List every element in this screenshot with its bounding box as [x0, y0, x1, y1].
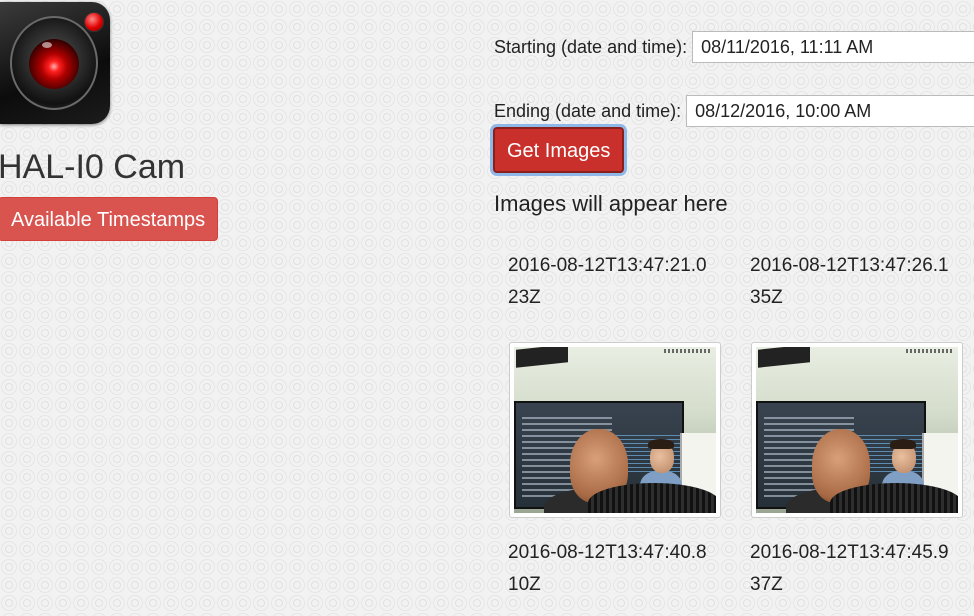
end-datetime-input[interactable]	[686, 95, 974, 127]
presenter-hair	[890, 439, 916, 449]
snapshot-scene	[514, 347, 716, 513]
image-timestamp: 2016-08-12T13:47:26.135Z	[750, 255, 949, 308]
ceiling-projector	[516, 347, 568, 368]
image-timestamp: 2016-08-12T13:47:45.937Z	[750, 542, 949, 595]
record-dot-icon	[84, 12, 104, 32]
camera-snapshot-image[interactable]	[751, 342, 963, 518]
end-datetime-label: Ending (date and time):	[494, 100, 682, 121]
red-eye-icon	[29, 39, 79, 89]
presenter-hair	[648, 439, 674, 449]
start-datetime-label: Starting (date and time):	[494, 36, 688, 57]
image-card: 2016-08-12T13:47:21.023Z	[508, 250, 748, 518]
app-logo	[0, 2, 110, 124]
available-timestamps-button[interactable]: Available Timestamps	[0, 197, 219, 241]
snapshot-scene	[756, 347, 958, 513]
start-datetime-row: Starting (date and time):	[494, 31, 974, 63]
app-title: HAL-I0 Cam	[0, 148, 186, 186]
image-card: 2016-08-12T13:47:45.937Z	[750, 537, 974, 601]
ceiling-projector	[758, 347, 810, 368]
start-datetime-input[interactable]	[692, 31, 974, 63]
image-timestamp: 2016-08-12T13:47:40.810Z	[508, 542, 707, 595]
image-card: 2016-08-12T13:47:26.135Z	[750, 250, 974, 518]
camera-overlay-text	[906, 349, 954, 353]
end-datetime-row: Ending (date and time):	[494, 95, 974, 127]
image-timestamp: 2016-08-12T13:47:21.023Z	[508, 255, 707, 308]
get-images-button[interactable]: Get Images	[493, 127, 625, 173]
results-heading: Images will appear here	[494, 191, 728, 216]
lens-glint	[42, 42, 52, 48]
camera-snapshot-image[interactable]	[509, 342, 721, 518]
camera-overlay-text	[664, 349, 712, 353]
image-card: 2016-08-12T13:47:40.810Z	[508, 537, 748, 601]
